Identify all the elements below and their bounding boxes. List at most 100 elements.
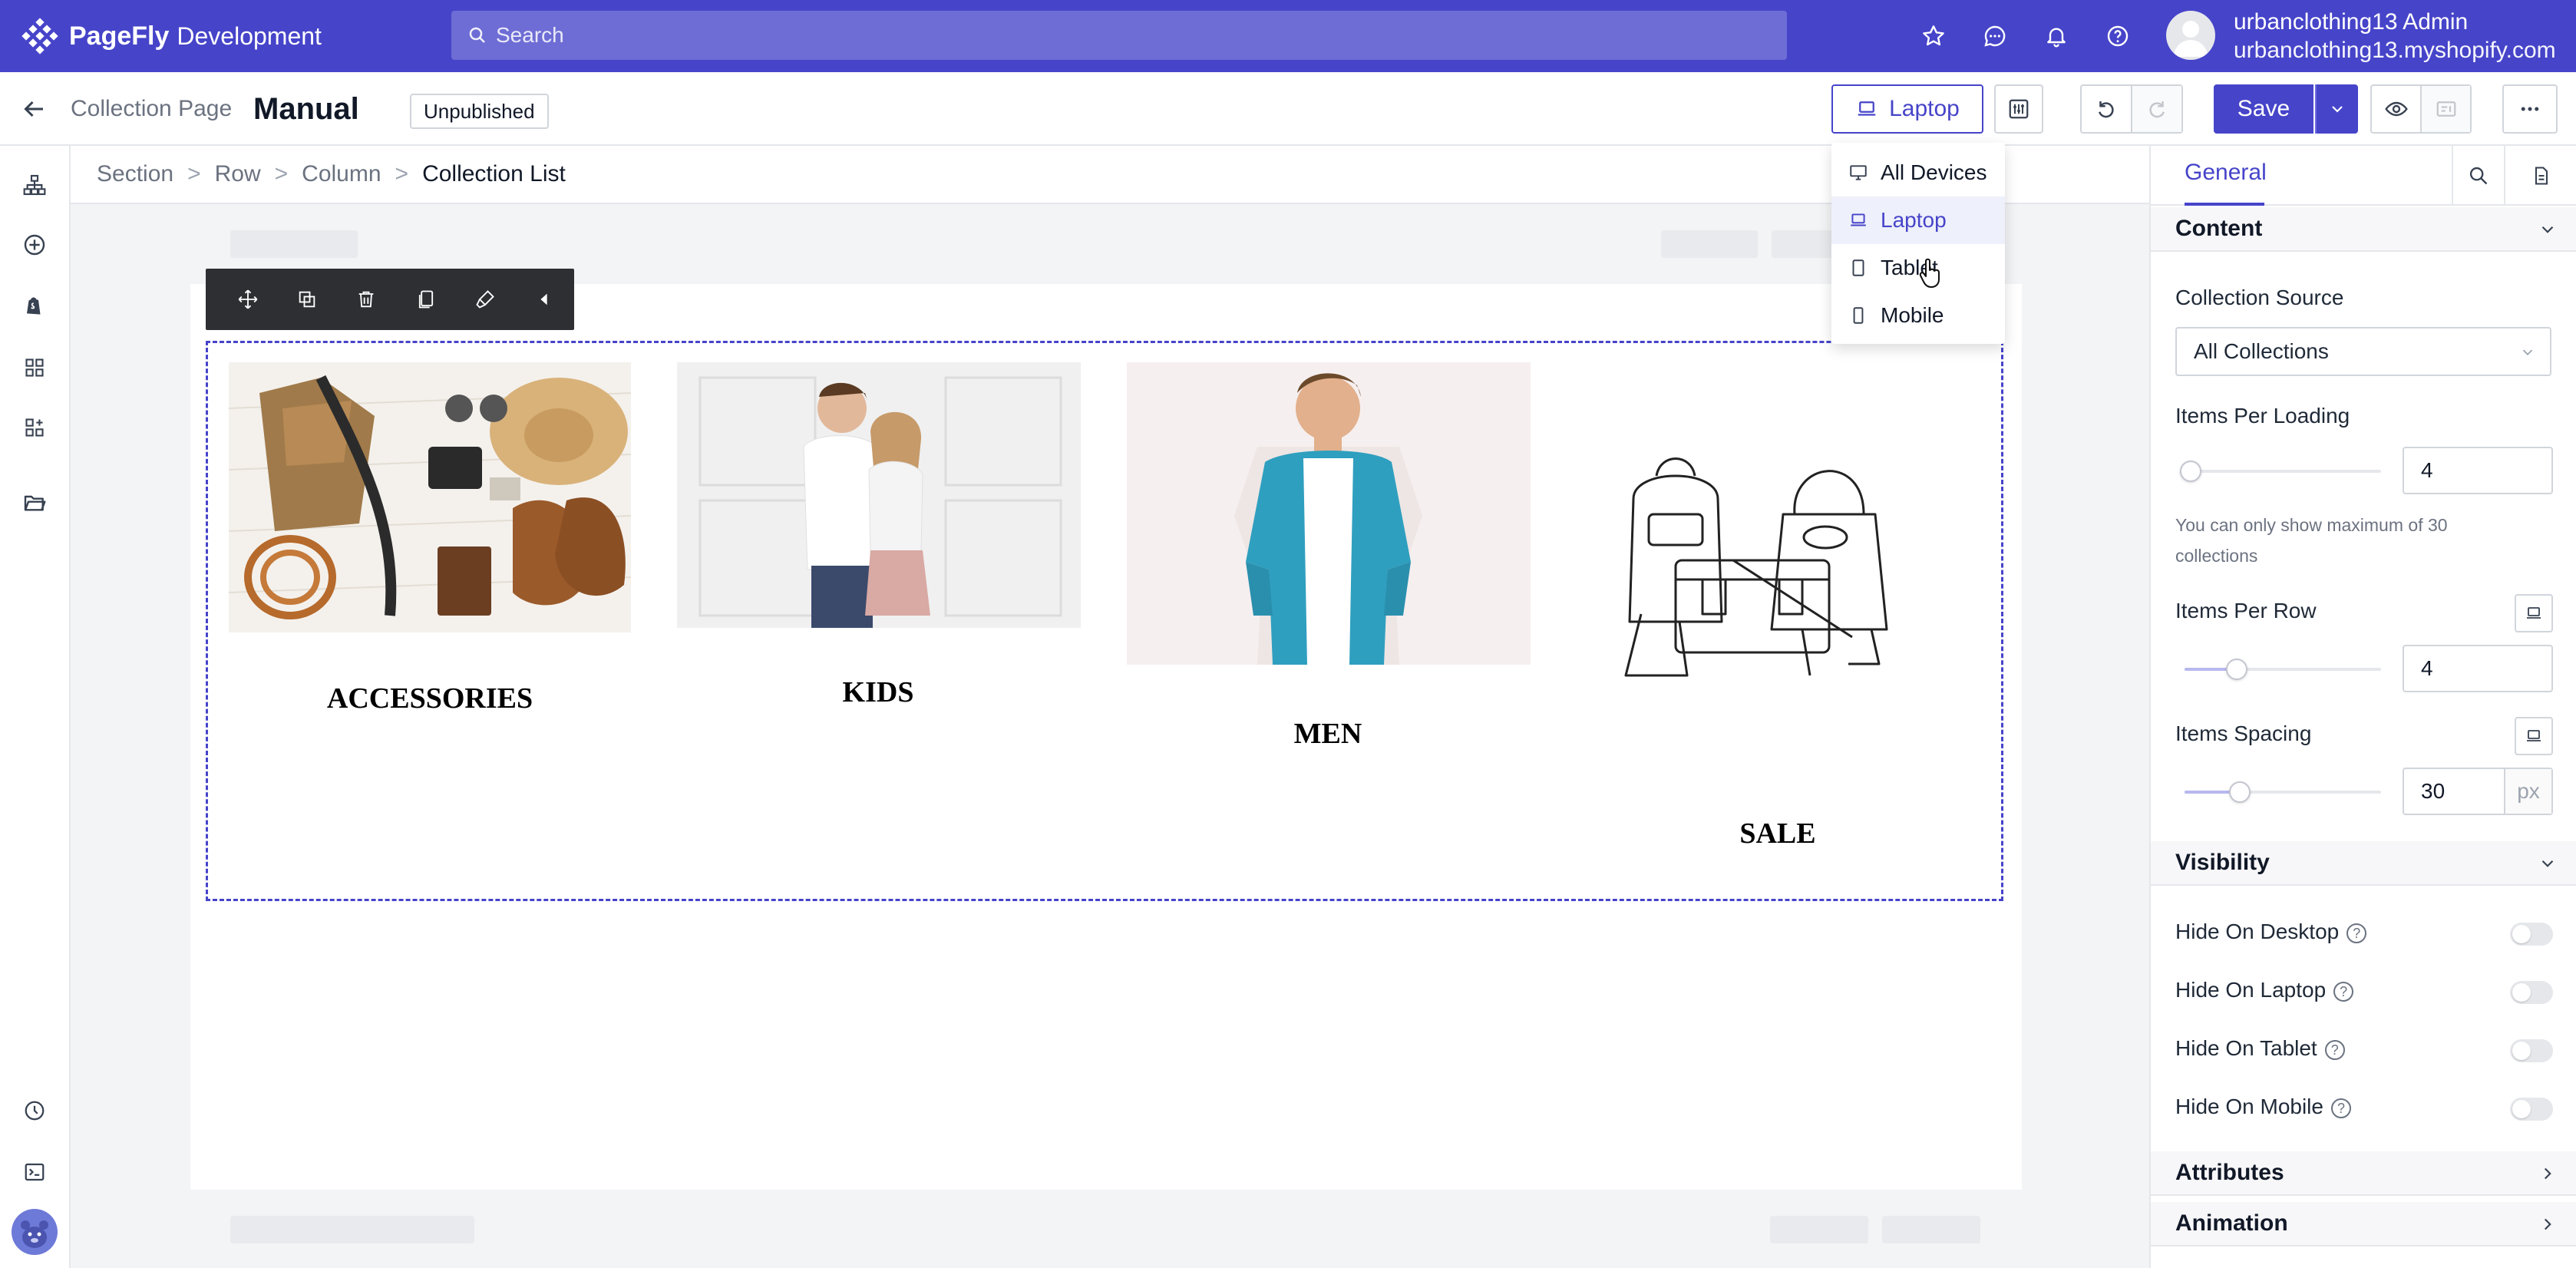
items-spacing-slider[interactable]	[2185, 781, 2381, 803]
hide-on-laptop-toggle[interactable]	[2510, 981, 2553, 1004]
save-options-button[interactable]	[2315, 84, 2358, 134]
mascot-avatar[interactable]	[11, 1208, 58, 1256]
device-option-laptop[interactable]: Laptop	[1831, 196, 2005, 244]
breadcrumb-column[interactable]: Column	[302, 161, 381, 187]
copy-style-button[interactable]	[396, 269, 455, 330]
search-placeholder: Search	[496, 23, 564, 47]
device-option-mobile[interactable]: Mobile	[1831, 292, 2005, 339]
items-per-loading-label: Items Per Loading	[2175, 404, 2350, 428]
device-option-all[interactable]: All Devices	[1831, 149, 2005, 196]
slider-handle[interactable]	[2180, 461, 2201, 482]
move-button[interactable]	[218, 269, 277, 330]
page-settings-button[interactable]	[1994, 84, 2043, 134]
help-icon[interactable]	[2100, 18, 2135, 54]
items-spacing-input[interactable]: 30 px	[2403, 768, 2553, 815]
collection-title-kids[interactable]: KIDS	[679, 675, 1078, 709]
page-type-label: Collection Page	[71, 96, 233, 121]
responsive-device-toggle[interactable]	[2515, 717, 2553, 755]
pagefly-logo[interactable]: PageFly Development	[21, 17, 322, 55]
items-per-row-slider[interactable]	[2185, 659, 2381, 680]
responsive-device-toggle[interactable]	[2515, 594, 2553, 632]
slider-handle[interactable]	[2226, 659, 2247, 680]
preview-button[interactable]	[2372, 86, 2420, 132]
shopify-icon[interactable]	[17, 289, 52, 324]
page-settings-tab[interactable]	[2504, 146, 2576, 206]
trash-icon	[358, 291, 374, 308]
collection-title-sale[interactable]: SALE	[1578, 817, 1977, 850]
breadcrumb-row[interactable]: Row	[215, 161, 261, 187]
undo-button[interactable]	[2082, 86, 2131, 132]
apps-icon[interactable]	[17, 410, 52, 445]
collection-image-accessories[interactable]	[229, 362, 631, 632]
avatar[interactable]	[2166, 11, 2215, 60]
duplicate-button[interactable]	[277, 269, 336, 330]
items-per-row-input[interactable]: 4	[2403, 645, 2553, 692]
collection-image-sale[interactable]	[1618, 445, 1939, 680]
collection-image-kids[interactable]	[677, 362, 1081, 628]
help-circle-icon[interactable]: ?	[2324, 1039, 2345, 1060]
more-options-button[interactable]	[2502, 84, 2558, 134]
redo-button[interactable]	[2131, 86, 2181, 132]
device-option-tablet[interactable]: Tablet	[1831, 244, 2005, 292]
collapse-toolbar-button[interactable]	[515, 269, 574, 330]
move-icon	[238, 289, 257, 309]
panel-tabs: General	[2151, 146, 2576, 206]
help-circle-icon[interactable]: ?	[2330, 1098, 2351, 1118]
search-input[interactable]: Search	[451, 11, 1787, 60]
grid-icon[interactable]	[17, 350, 52, 385]
laptop-icon	[1851, 213, 1866, 226]
brand-sub: Development	[177, 21, 322, 50]
more-horizontal-icon	[2521, 107, 2539, 111]
account-info[interactable]: urbanclothing13 Admin urbanclothing13.my…	[2234, 8, 2556, 64]
placeholder-bar	[1661, 230, 1758, 258]
paint-style-button[interactable]	[455, 269, 514, 330]
device-option-label: Laptop	[1881, 208, 1947, 232]
hide-on-mobile-label: Hide On Mobile	[2175, 1095, 2323, 1118]
collection-source-select[interactable]: All Collections	[2175, 327, 2551, 376]
hide-on-desktop-label: Hide On Desktop	[2175, 920, 2340, 943]
bell-icon[interactable]	[2039, 18, 2074, 54]
animation-section-header[interactable]: Animation	[2151, 1202, 2576, 1247]
help-circle-icon[interactable]: ?	[2333, 981, 2354, 1002]
code-terminal-icon[interactable]	[17, 1154, 52, 1190]
attributes-section-title: Attributes	[2175, 1160, 2284, 1185]
hide-on-mobile-toggle[interactable]	[2510, 1098, 2553, 1121]
add-element-icon[interactable]	[17, 227, 52, 263]
slider-handle[interactable]	[2229, 781, 2251, 803]
bear-mascot-icon	[12, 1209, 58, 1255]
collection-title-men[interactable]: MEN	[1128, 717, 1527, 751]
collection-image-men[interactable]	[1127, 362, 1531, 665]
history-icon[interactable]	[17, 1093, 52, 1128]
document-icon	[2535, 167, 2548, 185]
back-button[interactable]	[20, 72, 48, 146]
active-tab-indicator	[2185, 203, 2264, 206]
folder-icon[interactable]	[17, 485, 52, 520]
left-sidebar	[0, 146, 71, 1268]
hide-on-tablet-row: Hide On Tablet?	[2175, 1036, 2345, 1061]
breadcrumb-collection-list: Collection List	[422, 161, 566, 187]
device-selector-button[interactable]: Laptop	[1831, 84, 1983, 134]
caret-left-icon	[540, 293, 547, 305]
search-settings-button[interactable]	[2452, 146, 2504, 206]
account-domain: urbanclothing13.myshopify.com	[2234, 38, 2556, 63]
hide-on-desktop-toggle[interactable]	[2510, 923, 2553, 946]
attributes-section-header[interactable]: Attributes	[2151, 1151, 2576, 1196]
publish-button[interactable]	[2420, 86, 2470, 132]
breadcrumb-section[interactable]: Section	[97, 161, 173, 187]
delete-button[interactable]	[337, 269, 396, 330]
device-option-label: All Devices	[1881, 160, 1987, 184]
star-icon[interactable]	[1916, 18, 1951, 54]
page-title[interactable]: Manual	[253, 72, 359, 146]
items-per-loading-input[interactable]: 4	[2403, 447, 2553, 494]
help-circle-icon[interactable]: ?	[2346, 923, 2367, 943]
collection-title-accessories[interactable]: ACCESSORIES	[230, 682, 629, 715]
content-section-header[interactable]: Content	[2151, 207, 2576, 252]
hide-on-tablet-toggle[interactable]	[2510, 1039, 2553, 1062]
chat-icon[interactable]	[1977, 18, 2013, 54]
layers-tree-icon[interactable]	[17, 167, 52, 203]
save-button[interactable]: Save	[2214, 84, 2313, 134]
items-per-loading-slider[interactable]	[2180, 461, 2381, 482]
tab-general[interactable]: General	[2185, 160, 2267, 186]
laptop-icon	[2527, 607, 2541, 619]
visibility-section-header[interactable]: Visibility	[2151, 841, 2576, 886]
